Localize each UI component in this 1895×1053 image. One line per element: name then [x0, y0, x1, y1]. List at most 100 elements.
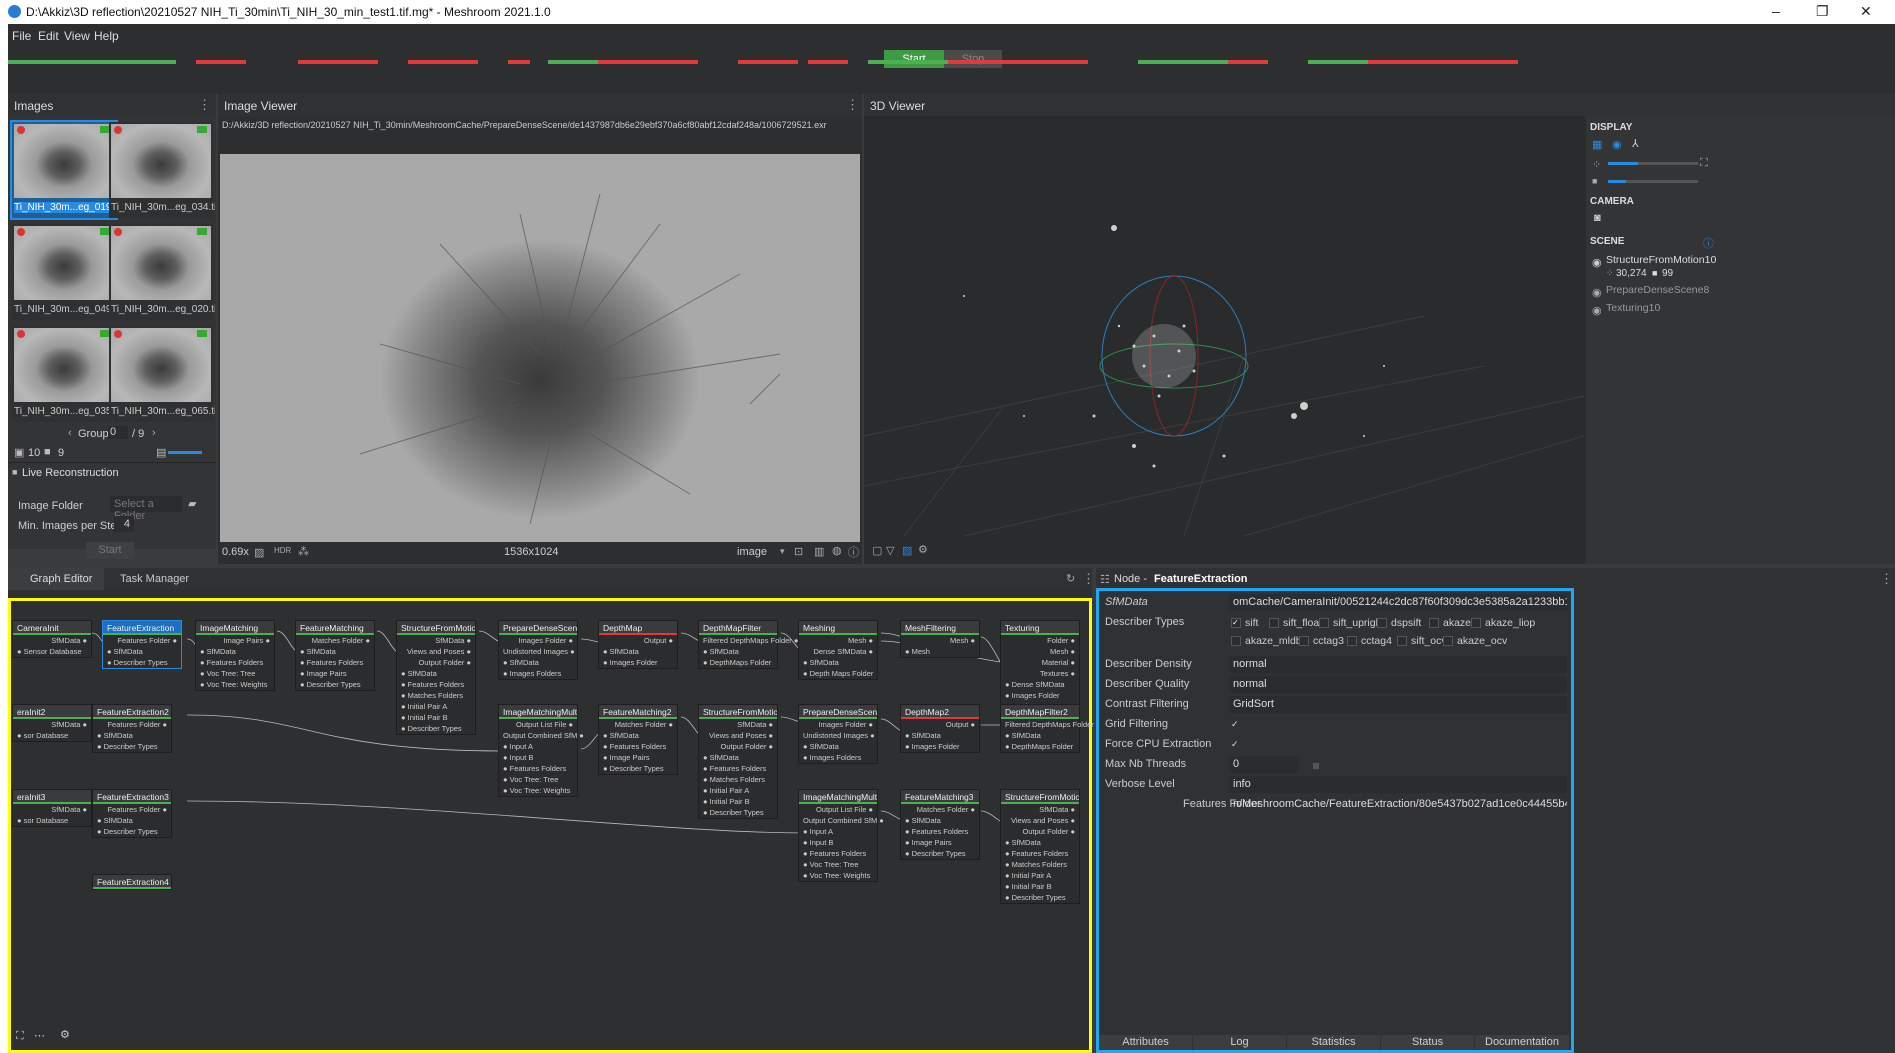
unchecked-icon[interactable]	[1269, 618, 1279, 629]
node-input-port[interactable]: ● SfMData	[93, 815, 171, 826]
menu-help[interactable]: Help	[94, 29, 119, 43]
node-input-port[interactable]: ● SfMData	[901, 815, 979, 826]
node-output-port[interactable]: Images Folder ●	[499, 635, 577, 646]
node-input-port[interactable]: ● Initial Pair A	[397, 701, 475, 712]
graph-node[interactable]: DepthMap2 Output ● ● SfMData ● Images Folde…	[900, 704, 980, 753]
image-thumb[interactable]: Ti_NIH_30m...eg_049.tif	[12, 224, 118, 320]
scene-item-prepare[interactable]: PrepareDenseScene8	[1606, 284, 1709, 296]
tab-documentation[interactable]: Documentation	[1475, 1035, 1569, 1050]
grid-filtering-checkbox[interactable]: ✓	[1231, 719, 1239, 730]
tab-attributes[interactable]: Attributes	[1099, 1035, 1192, 1050]
graph-node[interactable]: ImageMatching Image Pairs ● ● SfMData ● Fea…	[195, 620, 275, 691]
graph-node[interactable]: StructureFromMotion3SfMData ●Views and P…	[1000, 789, 1080, 904]
unchecked-icon[interactable]	[1429, 618, 1439, 629]
node-output-port[interactable]: SfMData ●	[13, 804, 91, 815]
min-images-spin[interactable]: 4	[114, 516, 134, 532]
graph-node[interactable]: Meshing Mesh ● Dense SfMData ● ● SfMData ● D…	[798, 620, 878, 680]
node-output-port[interactable]: Output Combined SfM ●	[799, 815, 884, 826]
node-input-port[interactable]: ● Features Folders	[296, 657, 374, 668]
live-reconstruction-title[interactable]: Live Reconstruction	[22, 467, 119, 479]
hdr-toggle[interactable]: HDR	[274, 546, 291, 555]
describer-checkbox[interactable]: dspsift	[1377, 617, 1421, 629]
node-output-port[interactable]: Filtered DepthMaps Folder ●	[1001, 719, 1100, 730]
graph-node[interactable]: StructureFromMotion2SfMData ●Views and P…	[698, 704, 778, 819]
node-input-port[interactable]: ● Voc Tree: Tree	[499, 774, 577, 785]
graph-node[interactable]: eraInit2 SfMData ● ● sor Database	[12, 704, 92, 742]
node-input-port[interactable]: ● Voc Tree: Weights	[499, 785, 577, 796]
menu-view[interactable]: View	[64, 29, 90, 43]
tab-status[interactable]: Status	[1381, 1035, 1474, 1050]
node-output-port[interactable]: Undistorted Images ●	[799, 730, 877, 741]
graph-node[interactable]: ImageMatchingMultiSfM2Output List File ●…	[798, 789, 884, 882]
scene-info-icon[interactable]: ⓘ	[1703, 235, 1714, 251]
gizmo-icon[interactable]: ▽	[886, 544, 894, 557]
node-input-port[interactable]: ● sor Database	[13, 815, 91, 826]
scene-item-sfm[interactable]: StructureFromMotion10	[1606, 254, 1716, 266]
node-output-port[interactable]: Output Combined SfM ●	[499, 730, 584, 741]
node-input-port[interactable]: ● Images Folder	[1001, 690, 1079, 701]
describer-checkbox[interactable]: cctag4	[1347, 635, 1392, 647]
node-input-port[interactable]: ● Features Folders	[699, 763, 777, 774]
node-input-port[interactable]: ● Image Pairs	[599, 752, 677, 763]
node-output-port[interactable]: Output Folder ●	[1001, 826, 1079, 837]
node-input-port[interactable]: ● Features Folders	[799, 848, 877, 859]
unchecked-icon[interactable]	[1347, 636, 1357, 647]
graph-node[interactable]: FeatureMatching2 Matches Folder ● ● SfMDat…	[598, 704, 678, 775]
node-input-port[interactable]: ● Initial Pair A	[1001, 870, 1079, 881]
node-input-port[interactable]: ● SfMData	[397, 668, 475, 679]
max-threads-input[interactable]: 0	[1229, 756, 1299, 773]
more-icon[interactable]: ⋯	[34, 1029, 45, 1042]
image-folder-input[interactable]: Select a Folder	[110, 496, 182, 522]
describer-checkbox[interactable]: akaze_liop	[1471, 617, 1535, 629]
globe-icon[interactable]: ◍	[832, 544, 842, 557]
tab-task-manager[interactable]: Task Manager	[120, 573, 189, 585]
unchecked-icon[interactable]	[1443, 636, 1453, 647]
sfm-field[interactable]: omCache/CameraInit/00521244c2dc87f60f309…	[1229, 594, 1567, 611]
node-input-port[interactable]: ● SfMData	[296, 646, 374, 657]
node-input-port[interactable]: ● Initial Pair A	[699, 785, 777, 796]
graph-node[interactable]: FeatureMatching Matches Folder ● ● SfMData…	[295, 620, 375, 691]
camera-snapshot-icon[interactable]: ◙	[1594, 212, 1601, 224]
graph-node[interactable]: DepthMap Output ● ● SfMData ● Images Folder	[598, 620, 678, 669]
tab-statistics[interactable]: Statistics	[1287, 1035, 1380, 1050]
graph-node[interactable]: DepthMapFilter2 Filtered DepthMaps Folder…	[1000, 704, 1100, 753]
node-input-port[interactable]: ● Input B	[499, 752, 577, 763]
fit-icon[interactable]: ⊡	[794, 545, 803, 558]
node-input-port[interactable]: ● Matches Folders	[1001, 859, 1079, 870]
graph-node[interactable]: StructureFromMotion SfMData ● Views and Po…	[396, 620, 476, 735]
node-input-port[interactable]: ● Matches Folders	[397, 690, 475, 701]
visible-eye-icon[interactable]: ◉	[1592, 286, 1602, 299]
point-cloud[interactable]	[864, 116, 1584, 541]
describer-checkbox[interactable]: akaze_mldb	[1231, 635, 1302, 647]
node-input-port[interactable]: ● Voc Tree: Weights	[799, 870, 877, 881]
node-output-port[interactable]: Output ●	[599, 635, 677, 646]
node-input-port[interactable]: ● Features Folders	[397, 679, 475, 690]
describer-density-select[interactable]: normal	[1229, 656, 1567, 673]
node-input-port[interactable]: ● SfMData	[599, 646, 677, 657]
graph-node[interactable]: FeatureExtraction Features Folder ● ● SfMD…	[102, 620, 182, 669]
node-input-port[interactable]: ● Describer Types	[296, 679, 374, 690]
describer-checkbox[interactable]: sift_float	[1269, 617, 1322, 629]
contrast-filtering-select[interactable]: GridSort	[1229, 696, 1567, 713]
graph-node[interactable]: MeshFiltering Mesh ● ● Mesh	[900, 620, 980, 658]
node-input-port[interactable]: ● Images Folders	[799, 752, 877, 763]
node-output-port[interactable]: Views and Poses ●	[397, 646, 475, 657]
image-thumb[interactable]: Ti_NIH_30m...eg_065.tif	[109, 326, 215, 422]
node-input-port[interactable]: ● Describer Types	[599, 763, 677, 774]
node-input-port[interactable]: ● Voc Tree: Tree	[799, 859, 877, 870]
node-options-icon[interactable]: ⋮	[1880, 571, 1893, 587]
image-viewer-menu-icon[interactable]: ⋮	[846, 97, 859, 113]
graph-node[interactable]: Texturing Folder ● Mesh ● Material ● Texture…	[1000, 620, 1080, 713]
describer-quality-select[interactable]: normal	[1229, 676, 1567, 693]
node-output-port[interactable]: SfMData ●	[1001, 804, 1079, 815]
node-input-port[interactable]: ● SfMData	[599, 730, 677, 741]
scene-item-texturing[interactable]: Texturing10	[1606, 302, 1660, 314]
node-input-port[interactable]: ● Voc Tree: Weights	[196, 679, 274, 690]
fit-graph-icon[interactable]: ⛶	[16, 1030, 24, 1043]
node-input-port[interactable]: ● Images Folder	[901, 741, 979, 752]
feature-icon[interactable]: ⁂	[298, 545, 309, 558]
folder-icon[interactable]: ▰	[188, 497, 196, 510]
describer-checkbox[interactable]: akaze	[1429, 617, 1471, 629]
node-input-port[interactable]: ● Sensor Database	[13, 646, 91, 657]
node-input-port[interactable]: ● Dense SfMData	[1001, 679, 1079, 690]
